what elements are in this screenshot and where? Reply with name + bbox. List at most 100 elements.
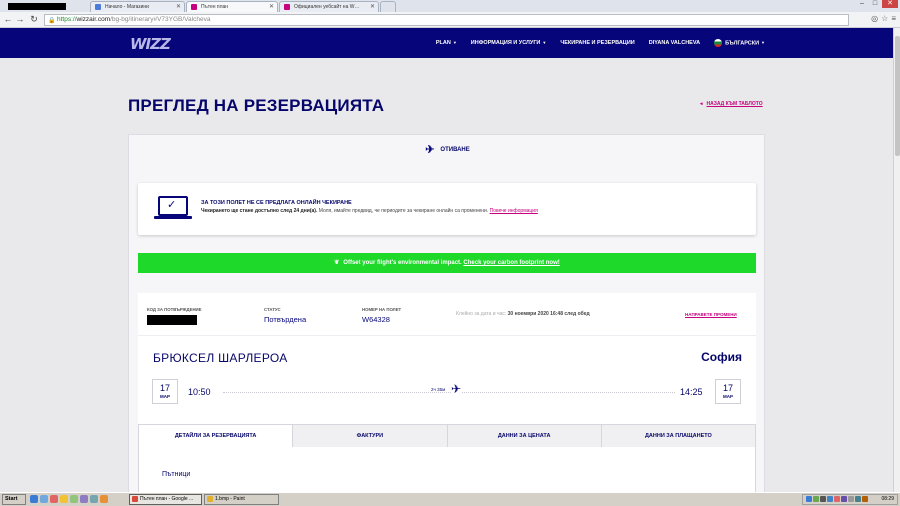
passengers-heading: Пътници xyxy=(162,471,191,478)
chevron-down-icon: ▼ xyxy=(542,40,547,45)
status-label: СТАТУС xyxy=(264,307,281,312)
app-icon[interactable] xyxy=(70,495,78,503)
chevron-down-icon: ▼ xyxy=(452,40,457,45)
nav-label: ЧЕКИРАНЕ И РЕЗЕРВАЦИИ xyxy=(560,40,635,46)
back-arrow-icon[interactable]: ← xyxy=(3,14,13,25)
url-host: wizzair.com xyxy=(76,16,111,23)
app-tray-icon[interactable] xyxy=(834,496,840,502)
departure-header: ✈ ОТИВАНЕ xyxy=(129,143,766,156)
carbon-footprint-link[interactable]: Check your carbon footprint now! xyxy=(463,260,559,266)
menu-icon[interactable]: ≡ xyxy=(891,14,896,23)
close-tab-icon[interactable]: ✕ xyxy=(269,2,274,12)
extension-icon[interactable]: ◎ xyxy=(871,14,878,23)
close-tab-icon[interactable]: ✕ xyxy=(176,2,181,12)
nav-language[interactable]: БЪЛГАРСКИ ▼ xyxy=(714,39,765,47)
tab-price-details[interactable]: ДАННИ ЗА ЦЕНАТА xyxy=(447,424,602,448)
app-icon[interactable] xyxy=(90,495,98,503)
browser-tab-label: Официален уебсайт на W… xyxy=(294,4,360,10)
chevron-left-icon: ◂ xyxy=(700,101,703,107)
scrollbar-thumb[interactable] xyxy=(895,36,900,156)
arrival-date: 17 МАР xyxy=(715,379,741,404)
minimize-icon[interactable]: – xyxy=(856,0,868,8)
reload-icon[interactable]: ↻ xyxy=(29,14,39,25)
route-line xyxy=(223,392,675,393)
network-icon[interactable] xyxy=(806,496,812,502)
app-tray-icon[interactable] xyxy=(848,496,854,502)
page-scrollbar[interactable] xyxy=(893,28,900,492)
departure-label: ОТИВАНЕ xyxy=(440,147,470,154)
booking-code-field: КОД ЗА ПОТВЪРЖДЕНИЕ xyxy=(147,307,202,312)
browser-tab-label: Начало - Магазини xyxy=(105,4,149,10)
origin-city: БРЮКСЕЛ ШАРЛЕРОА xyxy=(153,351,288,365)
folder-icon[interactable] xyxy=(60,495,68,503)
start-button[interactable]: Start xyxy=(2,494,26,505)
arrival-time: 14:25 xyxy=(680,387,703,397)
maximize-icon[interactable]: □ xyxy=(869,0,881,8)
app-tray-icon[interactable] xyxy=(841,496,847,502)
app-tray-icon[interactable] xyxy=(827,496,833,502)
tab-booking-details[interactable]: ДЕТАЙЛИ ЗА РЕЗЕРВАЦИЯТА xyxy=(138,424,294,448)
carbon-offset-banner: ❦ Offset your flight's environmental impa… xyxy=(138,253,756,273)
departure-month: МАР xyxy=(160,394,170,399)
departure-time: 10:50 xyxy=(188,387,211,397)
browser-tab-label: Пътен план xyxy=(201,4,229,10)
laptop-check-icon: ✓ xyxy=(154,196,192,220)
more-info-link[interactable]: Повече информация xyxy=(490,208,538,214)
tab-payment-details[interactable]: ДАННИ ЗА ПЛАЩАНЕТО xyxy=(601,424,756,448)
departure-date: 17 МАР xyxy=(152,379,178,404)
system-tray: 08:29 xyxy=(802,494,898,505)
departure-day: 17 xyxy=(159,383,170,393)
notice-text-body: Моля, имайте предвид, че периодите за че… xyxy=(317,208,489,214)
volume-icon[interactable] xyxy=(820,496,826,502)
app-tray-icon[interactable] xyxy=(855,496,861,502)
arrival-day: 17 xyxy=(722,383,733,393)
back-to-dashboard-link[interactable]: ◂ НАЗАД КЪМ ТАБЛОТО xyxy=(700,101,763,107)
carbon-text: Offset your flight's environmental impac… xyxy=(343,260,462,266)
wizz-favicon-icon xyxy=(191,4,197,10)
url-path: /bg-bg/itinerary#V73YGB/Valcheva xyxy=(110,16,211,23)
nav-checkin-bookings[interactable]: ЧЕКИРАНЕ И РЕЗЕРВАЦИИ xyxy=(560,40,634,46)
site-header: WIZZ PLAN ▼ ИНФОРМАЦИЯ И УСЛУГИ ▼ ЧЕКИРАНЕ… xyxy=(0,28,893,58)
flight-card: ✈ ОТИВАНЕ ✓ ЗА ТОЗИ ПОЛЕТ НЕ СЕ ПРЕДЛАГА … xyxy=(128,134,766,495)
browser-tab-active[interactable]: Пътен план ✕ xyxy=(186,1,278,12)
chevron-down-icon: ▼ xyxy=(761,40,765,46)
bookmark-star-icon[interactable]: ☆ xyxy=(881,14,888,23)
issued-label: Клейно за дата и час: xyxy=(456,311,507,317)
close-tab-icon[interactable]: ✕ xyxy=(370,2,375,12)
notice-text: Чекирането ще стане достъпно след 24 дни… xyxy=(201,208,538,214)
flight-number-field: НОМЕР НА ПОЛЕТ W64328 xyxy=(362,307,401,324)
desktop-icon[interactable] xyxy=(40,495,48,503)
forward-arrow-icon[interactable]: → xyxy=(15,14,25,25)
flight-duration: 2ч 35м xyxy=(429,387,448,392)
app-icon[interactable] xyxy=(100,495,108,503)
wizz-logo[interactable]: WIZZ xyxy=(130,35,171,53)
browser-tab-1[interactable]: Начало - Магазини ✕ xyxy=(90,1,185,12)
leaf-icon: ❦ xyxy=(334,260,340,266)
notice-title: ЗА ТОЗИ ПОЛЕТ НЕ СЕ ПРЕДЛАГА ОНЛАЙН ЧЕКИ… xyxy=(201,200,352,206)
security-icon[interactable] xyxy=(813,496,819,502)
app-icon[interactable] xyxy=(80,495,88,503)
close-window-icon[interactable]: ✕ xyxy=(882,0,898,8)
task-label: Пътен план - Google ... xyxy=(140,496,194,502)
taskbar-chrome[interactable]: Пътен план - Google ... xyxy=(129,494,202,505)
browser-tab-3[interactable]: Официален уебсайт на W… ✕ xyxy=(279,1,379,12)
nav-plan[interactable]: PLAN ▼ xyxy=(436,40,457,46)
checkin-notice: ✓ ЗА ТОЗИ ПОЛЕТ НЕ СЕ ПРЕДЛАГА ОНЛАЙН ЧЕ… xyxy=(138,183,756,235)
app-tray-icon[interactable] xyxy=(862,496,868,502)
status-field: СТАТУС Потвърдена xyxy=(264,307,306,324)
store-favicon-icon xyxy=(95,4,101,10)
tab-invoices[interactable]: ФАКТУРИ xyxy=(293,424,448,448)
new-tab-button[interactable] xyxy=(380,1,396,12)
ie-icon[interactable] xyxy=(30,495,38,503)
plane-icon: ✈ xyxy=(425,144,435,156)
plane-icon: ✈ xyxy=(451,382,462,396)
make-changes-link[interactable]: НАПРАВЕТЕ ПРОМЕНИ xyxy=(685,312,737,317)
lock-icon: 🔒 xyxy=(48,18,56,24)
taskbar-paint[interactable]: 1.bmp - Paint xyxy=(204,494,279,505)
notice-text-bold: Чекирането ще стане достъпно след 24 дни… xyxy=(201,208,318,214)
nav-user-profile[interactable]: DIYANA VALCHEVA xyxy=(649,40,700,46)
media-icon[interactable] xyxy=(50,495,58,503)
nav-info-services[interactable]: ИНФОРМАЦИЯ И УСЛУГИ ▼ xyxy=(471,40,547,46)
url-field[interactable]: 🔒 https://wizzair.com/bg-bg/itinerary#V7… xyxy=(44,14,849,26)
flight-number-label: НОМЕР НА ПОЛЕТ xyxy=(362,307,402,312)
